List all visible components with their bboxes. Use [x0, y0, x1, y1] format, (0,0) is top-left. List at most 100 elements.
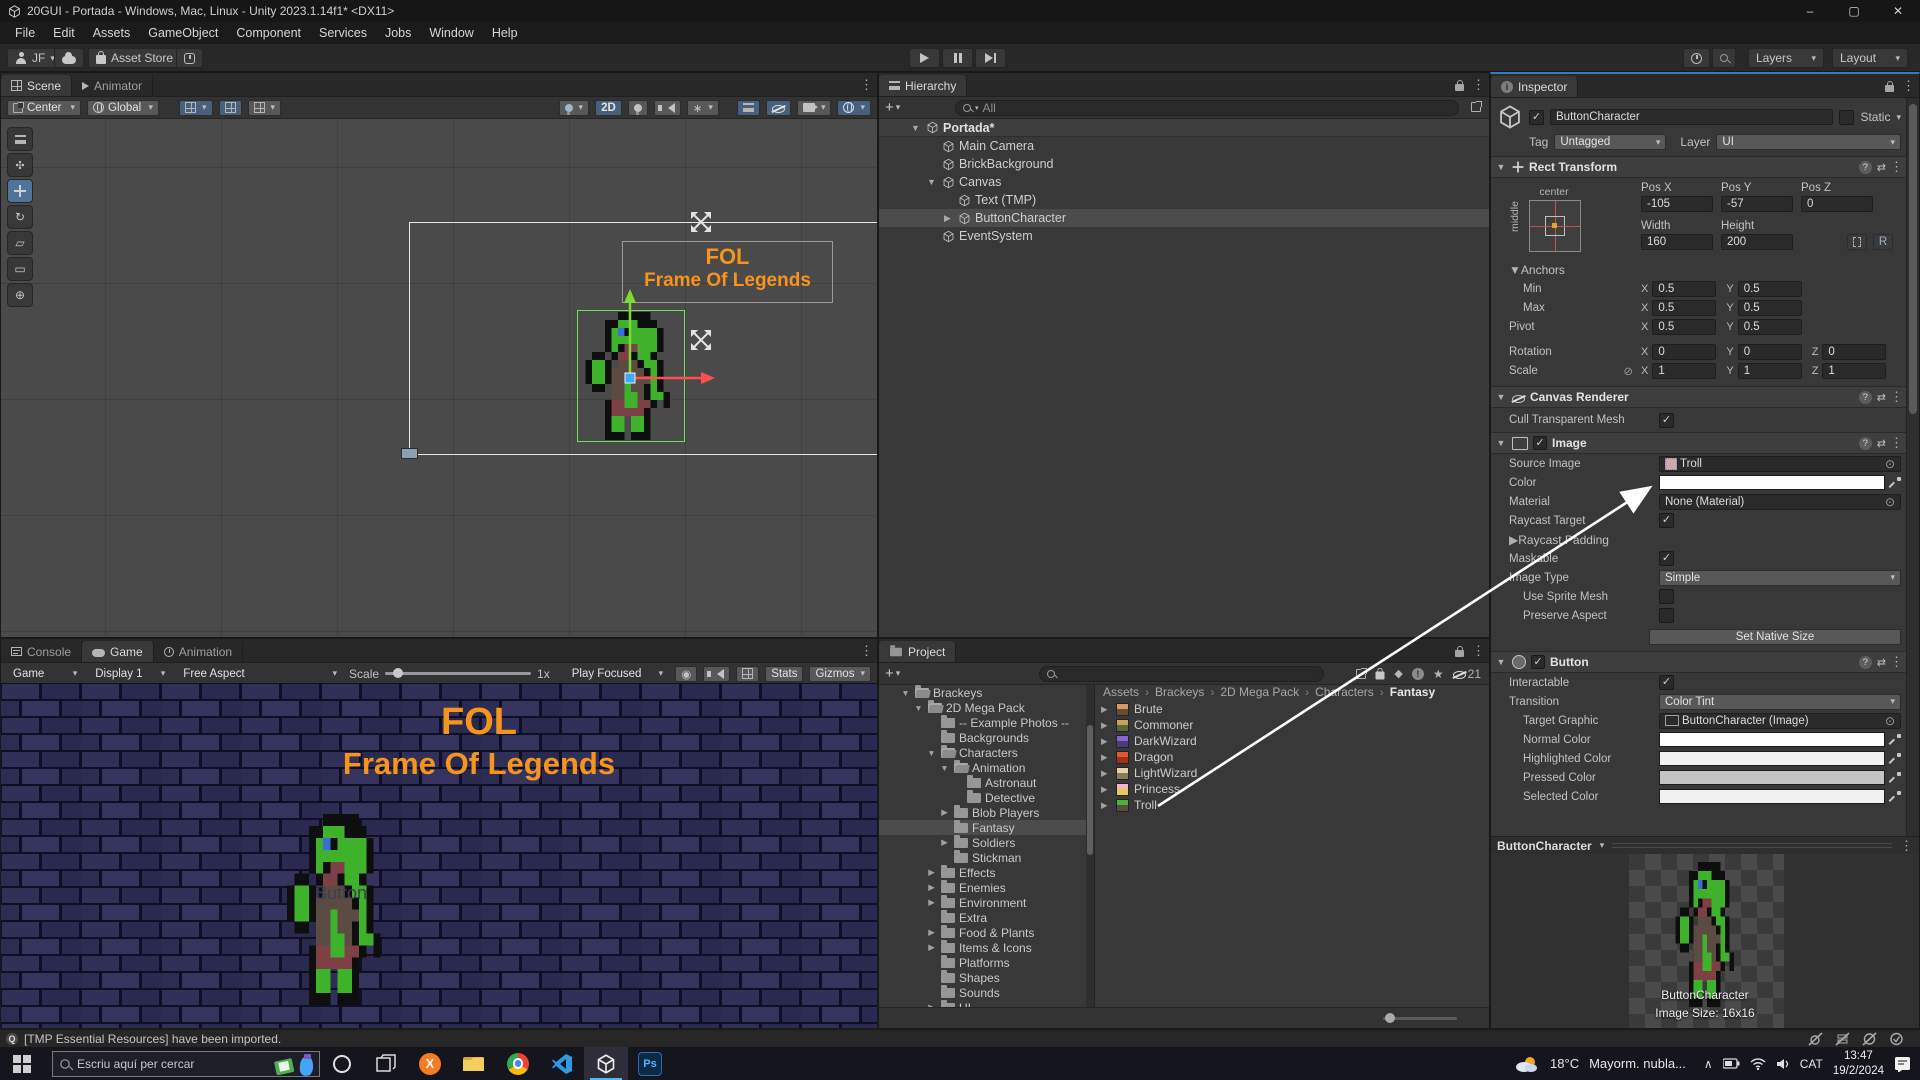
minimize-button[interactable]: – [1788, 0, 1832, 22]
kebab-icon[interactable]: ⋮ [1890, 159, 1903, 175]
close-button[interactable]: ✕ [1876, 0, 1920, 22]
increment-snap-button[interactable]: ▾ [248, 100, 282, 116]
temperature[interactable]: 18°C [1550, 1056, 1579, 1071]
scrollbar-thumb[interactable] [1909, 104, 1917, 414]
scale-slider[interactable] [385, 672, 531, 675]
hierarchy-item[interactable]: BrickBackground [879, 155, 1489, 173]
asset-item[interactable]: ▶ Commoner [1095, 717, 1489, 733]
folder-item[interactable]: Fantasy [879, 820, 1086, 835]
link-icon[interactable]: ⊘ [1623, 364, 1633, 378]
help-icon[interactable]: ? [1859, 437, 1872, 450]
expand-arrow[interactable]: ▶ [926, 897, 937, 908]
move-snap-button[interactable] [219, 100, 242, 116]
help-icon[interactable]: ? [1859, 391, 1872, 404]
expand-arrow[interactable]: ▼ [926, 748, 937, 758]
tool-handle-dropdown[interactable]: Center▾ [7, 100, 81, 116]
rotation-y[interactable]: 0 [1738, 344, 1802, 360]
shading-dropdown[interactable]: ▾ [559, 100, 590, 116]
debugger-disabled-icon[interactable] [1808, 1032, 1823, 1046]
anchors-foldout[interactable]: Anchors [1521, 263, 1565, 277]
static-dropdown-icon[interactable]: ▾ [1896, 112, 1901, 123]
debug-toggle[interactable]: ◉ [675, 666, 697, 682]
icon-size-slider[interactable] [1383, 1017, 1457, 1020]
kebab-icon[interactable]: ⋮ [1890, 654, 1903, 670]
mesh-overlay-toggle[interactable] [737, 100, 760, 116]
active-checkbox[interactable]: ✓ [1529, 110, 1544, 125]
weather-summary[interactable]: Mayorm. nubla... [1589, 1056, 1686, 1071]
game-tab[interactable]: Game [82, 641, 154, 662]
pivot-x[interactable]: 0.5 [1652, 319, 1716, 335]
folder-item[interactable]: Platforms [879, 955, 1086, 970]
help-icon[interactable]: ? [1859, 656, 1872, 669]
scene-tab[interactable]: Scene [1, 75, 72, 96]
expand-arrow[interactable]: ▶ [926, 927, 937, 938]
orientation-dropdown[interactable]: Global▾ [87, 100, 159, 116]
help-icon[interactable]: ? [1859, 161, 1872, 174]
kebab-icon[interactable]: ⋮ [1890, 435, 1903, 451]
start-button[interactable] [0, 1047, 44, 1080]
preview-drag-handle[interactable] [1612, 843, 1892, 848]
console-message-icon[interactable]: Q [6, 1033, 18, 1045]
pos-z-field[interactable]: 0 [1801, 196, 1873, 212]
expand-arrow[interactable]: ▼ [913, 703, 924, 713]
undo-history-button[interactable] [1683, 48, 1710, 68]
scale-x[interactable]: 1 [1652, 363, 1716, 379]
menu-item[interactable]: Component [227, 22, 310, 44]
expand-arrow[interactable]: ▶ [926, 882, 937, 893]
lock-icon[interactable] [1455, 650, 1464, 657]
eyedropper-icon[interactable] [1889, 791, 1901, 803]
gizmos-dropdown[interactable]: Gizmos▾ [809, 666, 871, 682]
volume-icon[interactable] [1776, 1058, 1790, 1070]
import-icon[interactable] [1376, 671, 1385, 679]
label-icon[interactable]: ◆ [1394, 667, 1402, 680]
folder-item[interactable]: Backgrounds [879, 730, 1086, 745]
material-field[interactable]: None (Material)⊙ [1659, 494, 1901, 510]
expand-arrow[interactable]: ▼ [925, 177, 938, 187]
project-tab[interactable]: Project [879, 641, 956, 662]
camera-dropdown[interactable]: ▾ [797, 100, 832, 116]
preset-icon[interactable]: ⇄ [1877, 656, 1885, 669]
collab-disabled-icon[interactable] [1862, 1032, 1877, 1046]
expand-arrow[interactable]: ▼ [909, 123, 922, 133]
file-explorer-button[interactable] [452, 1047, 496, 1080]
activity-ok-icon[interactable] [1889, 1032, 1904, 1046]
vsync-toggle[interactable] [736, 666, 759, 682]
interactable-checkbox[interactable]: ✓ [1659, 675, 1674, 690]
project-search[interactable] [1039, 666, 1324, 682]
pause-button[interactable] [942, 48, 973, 68]
preset-icon[interactable]: ⇄ [1877, 437, 1885, 450]
status-message[interactable]: [TMP Essential Resources] have been impo… [24, 1032, 281, 1046]
folder-item[interactable]: Extra [879, 910, 1086, 925]
cache-disabled-icon[interactable] [1835, 1032, 1850, 1046]
folder-item[interactable]: Shapes [879, 970, 1086, 985]
expand-arrow[interactable]: ▶ [926, 867, 937, 878]
expand-arrow[interactable]: ▶ [939, 807, 950, 818]
anchor-max-x[interactable]: 0.5 [1652, 300, 1716, 316]
pos-y-field[interactable]: -57 [1721, 196, 1793, 212]
layout-dropdown[interactable]: Layout▾ [1832, 48, 1908, 68]
width-field[interactable]: 160 [1641, 234, 1713, 250]
rect-transform-header[interactable]: ▼ Rect Transform ?⇄⋮ [1491, 156, 1907, 178]
breadcrumb-item[interactable]: Assets [1103, 685, 1149, 699]
folder-item[interactable]: ▶ Blob Players [879, 805, 1086, 820]
wifi-icon[interactable] [1750, 1058, 1766, 1070]
selected-color-swatch[interactable] [1659, 789, 1885, 804]
cloud-button[interactable] [54, 48, 84, 68]
scene-viewport[interactable]: FOL Frame Of Legends ✣ [1, 119, 877, 637]
folder-item[interactable]: ▶ Effects [879, 865, 1086, 880]
hidden-count[interactable]: 21 [1453, 667, 1481, 681]
overlay-menu-tool[interactable] [7, 127, 33, 151]
slider-knob[interactable] [1385, 1013, 1395, 1023]
alert-icon[interactable]: ! [1412, 668, 1424, 680]
hierarchy-search[interactable]: ▾ All [955, 100, 1459, 116]
static-checkbox[interactable] [1839, 110, 1854, 125]
folder-item[interactable]: ▶ Items & Icons [879, 940, 1086, 955]
lock-icon[interactable] [1455, 84, 1464, 91]
folder-item[interactable]: Astronaut [879, 775, 1086, 790]
badge-button[interactable] [176, 48, 203, 68]
expand-arrow[interactable]: ▶ [1101, 736, 1111, 747]
menu-item[interactable]: Services [310, 22, 376, 44]
menu-item[interactable]: Assets [84, 22, 140, 44]
breadcrumb-item[interactable]: 2D Mega Pack [1220, 685, 1309, 699]
eyedropper-icon[interactable] [1889, 772, 1901, 784]
